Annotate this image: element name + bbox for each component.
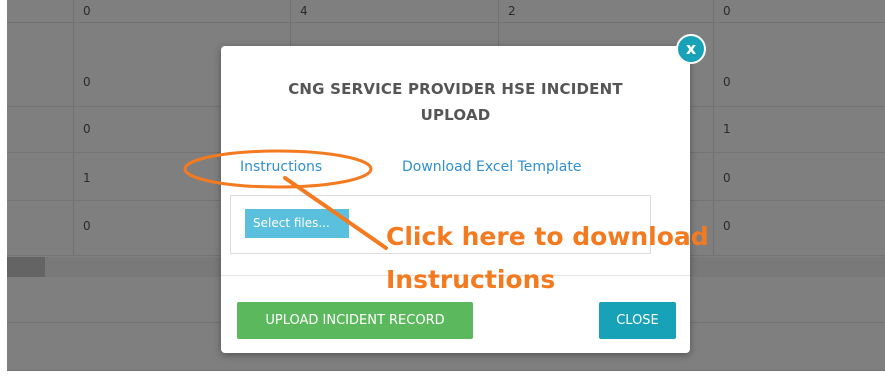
select-files-button[interactable]: Select files...	[245, 209, 349, 238]
upload-modal: CNG SERVICE PROVIDER HSE INCIDENT UPLOAD…	[221, 46, 690, 353]
page-edge	[0, 0, 7, 381]
instructions-link[interactable]: Instructions	[240, 159, 322, 175]
annotation-text: Click here to download	[386, 222, 709, 251]
close-x-icon[interactable]: x	[676, 34, 706, 64]
page-edge	[0, 371, 885, 381]
upload-incident-record-button[interactable]: UPLOAD INCIDENT RECORD	[237, 302, 473, 339]
modal-title: CNG SERVICE PROVIDER HSE INCIDENT UPLOAD	[288, 80, 623, 124]
close-button[interactable]: CLOSE	[599, 302, 676, 339]
annotation-text: Instructions	[386, 265, 556, 294]
download-template-link[interactable]: Download Excel Template	[402, 159, 581, 175]
